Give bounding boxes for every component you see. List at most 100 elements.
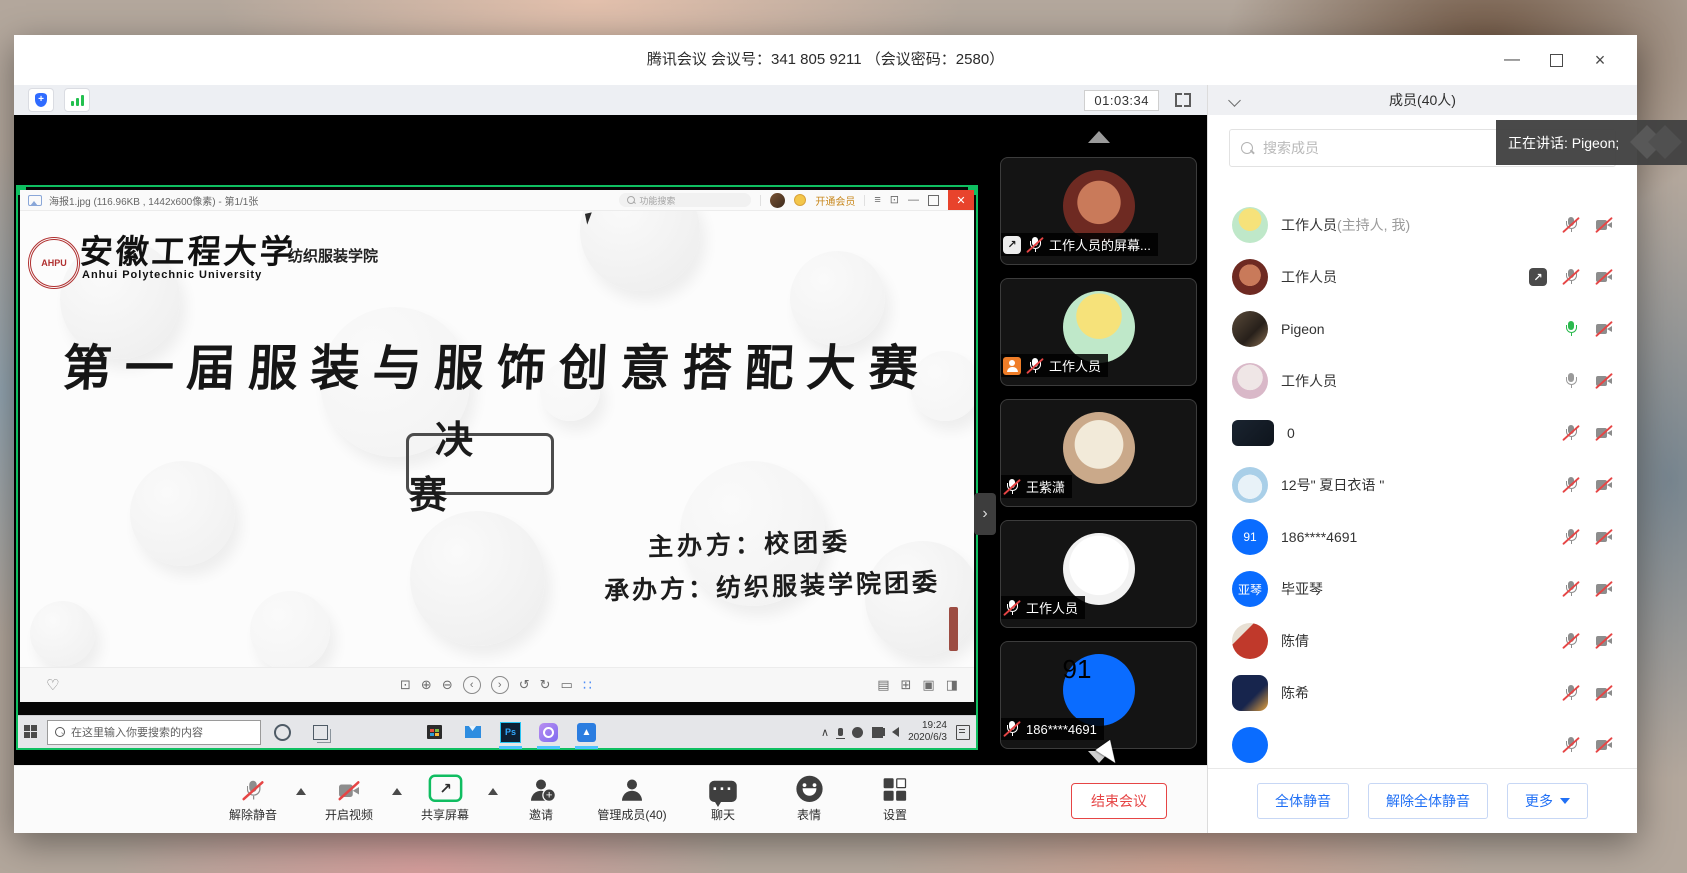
minimize-button[interactable]: — [1497,45,1527,75]
viewer-fullscreen-icon[interactable]: ⊡ [890,190,899,210]
vip-upgrade-link[interactable]: 开通会员 [815,193,855,208]
cam-muted-icon[interactable] [1595,268,1613,286]
cam-muted-icon[interactable] [1595,684,1613,702]
thumbnail-grid-icon[interactable]: ∷ [583,677,592,694]
end-meeting-button[interactable]: 结束会议 [1071,783,1167,819]
member-row[interactable]: 12号" 夏日衣语 " [1208,459,1637,511]
member-row[interactable]: Pigeon [1208,303,1637,355]
chevron-down-icon[interactable] [1228,94,1241,107]
side-panel-icon[interactable]: ◨ [946,677,958,693]
zoom-out-icon[interactable]: ⊖ [442,677,453,693]
cam-muted-icon[interactable] [1595,580,1613,598]
tray-volume-icon[interactable] [892,727,899,737]
print-icon[interactable]: ▤ [877,677,889,693]
taskbar-app-taskview-icon[interactable] [308,720,333,745]
toolbar-mic-muted-button[interactable]: 解除静音 [210,776,296,823]
caret-up-icon[interactable] [392,788,402,795]
cam-muted-icon[interactable] [1595,216,1613,234]
mic-muted-icon[interactable] [1562,736,1580,754]
member-row[interactable]: 91186****4691 [1208,511,1637,563]
viewer-maximize-button[interactable] [928,195,939,206]
member-row[interactable]: 陈希 [1208,667,1637,719]
member-row[interactable]: 工作人员(主持人, 我) [1208,199,1637,251]
taskbar-app-mail-icon[interactable] [460,720,485,745]
taskbar-app-photoshop-icon[interactable]: Ps [498,720,523,745]
taskbar-app-lanhu-icon[interactable]: ▲ [574,720,599,745]
cam-muted-icon[interactable] [1595,528,1613,546]
taskbar-app-store-icon[interactable] [422,720,447,745]
caret-up-icon[interactable] [488,788,498,795]
maximize-button[interactable] [1541,45,1571,75]
delete-icon[interactable]: ▭ [561,677,573,693]
toolbar-emoji-button[interactable]: 表情 [766,776,852,823]
scroll-up-arrow[interactable] [1088,131,1110,143]
caret-up-icon[interactable] [296,788,306,795]
more-button[interactable]: 更多 [1507,783,1588,819]
toolbar-members-button[interactable]: 管理成员(40) [584,776,680,823]
mic-muted-icon[interactable] [1562,424,1580,442]
taskbar-search-box[interactable]: 在这里输入你要搜索的内容 [47,720,261,745]
mic-muted-icon[interactable] [1562,684,1580,702]
viewer-search-box[interactable]: 功能搜索 [619,193,751,207]
taskbar-app-edge-icon[interactable] [346,720,371,745]
mic-muted-icon[interactable] [1562,528,1580,546]
tray-people-icon[interactable] [852,727,863,738]
mic-plain-icon[interactable] [1562,372,1580,390]
viewer-minimize-button[interactable]: — [908,190,919,210]
cam-muted-icon[interactable] [1595,736,1613,754]
cam-muted-icon[interactable] [1595,476,1613,494]
viewer-menu-icon[interactable]: ≡ [874,190,880,210]
cam-muted-icon[interactable] [1595,320,1613,338]
cam-muted-icon[interactable] [1595,372,1613,390]
cam-muted-icon[interactable] [1595,424,1613,442]
fit-window-icon[interactable]: ⊡ [400,677,411,693]
favorite-icon[interactable]: ♡ [46,676,59,694]
member-row[interactable]: 0 [1208,407,1637,459]
fullscreen-icon[interactable]: ⊞ [901,677,912,693]
strip-collapse-handle[interactable]: › [974,493,996,535]
network-quality-button[interactable] [64,88,90,112]
rotate-right-icon[interactable]: ↻ [540,677,551,693]
toolbar-cam-muted-button[interactable]: 开启视频 [306,776,392,823]
mic-muted-icon[interactable] [1562,580,1580,598]
taskbar-app-cortana-icon[interactable] [270,720,295,745]
toolbar-share-screen-button[interactable]: 共享屏幕 [402,776,488,823]
mute-all-button[interactable]: 全体静音 [1257,783,1349,819]
mic-on-icon[interactable] [1562,320,1580,338]
viewer-close-button[interactable]: ✕ [948,190,974,210]
start-button[interactable] [24,725,38,739]
video-tile[interactable]: 91186****4691 [1000,641,1197,749]
member-row[interactable]: 工作人员 [1208,251,1637,303]
video-tile[interactable]: 工作人员的屏幕... [1000,157,1197,265]
video-tile[interactable]: 工作人员 [1000,520,1197,628]
member-row[interactable] [1208,719,1637,768]
share-badge-icon[interactable] [1529,268,1547,286]
member-row[interactable]: 亚琴毕亚琴 [1208,563,1637,615]
security-button[interactable]: + [28,88,54,112]
mic-muted-icon[interactable] [1562,476,1580,494]
tray-expand-icon[interactable]: ∧ [821,726,829,739]
picture-icon[interactable]: ▣ [922,677,934,693]
viewer-titlebar[interactable]: 海报1.jpg (116.96KB , 1442x600像素) - 第1/1张 … [20,190,974,211]
mic-muted-icon[interactable] [1562,268,1580,286]
fullscreen-icon[interactable] [1175,93,1191,107]
previous-icon[interactable]: ‹ [463,676,481,694]
unmute-all-button[interactable]: 解除全体静音 [1368,783,1488,819]
member-row[interactable]: 工作人员 [1208,355,1637,407]
cam-muted-icon[interactable] [1595,632,1613,650]
taskbar-app-assistant-icon[interactable] [536,720,561,745]
tray-mic-icon[interactable] [838,728,843,736]
rotate-left-icon[interactable]: ↺ [519,677,530,693]
titlebar[interactable]: 腾讯会议 会议号：341 805 9211 （会议密码：2580） — × [14,35,1637,85]
taskbar-clock[interactable]: 19:24 2020/6/3 [908,720,947,745]
viewer-account-avatar[interactable] [770,193,785,208]
close-button[interactable]: × [1585,45,1615,75]
toolbar-chat-button[interactable]: 聊天 [680,776,766,823]
toolbar-settings-button[interactable]: 设置 [852,776,938,823]
member-row[interactable]: 陈倩 [1208,615,1637,667]
toolbar-invite-button[interactable]: +邀请 [498,776,584,823]
mic-muted-icon[interactable] [1562,632,1580,650]
mic-muted-icon[interactable] [1562,216,1580,234]
taskbar-app-explorer-icon[interactable] [384,720,409,745]
notification-center-icon[interactable] [956,725,970,740]
